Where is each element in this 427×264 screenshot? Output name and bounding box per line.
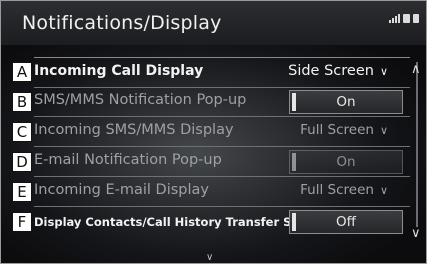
setting-row-incoming-sms-mms-display[interactable]: Incoming SMS/MMS Display Full Screen ∨	[34, 117, 410, 147]
callout-tag-a: A	[12, 62, 32, 82]
setting-value[interactable]: Full Screen ∨	[300, 182, 388, 198]
callout-tag-c: C	[12, 122, 32, 142]
setting-row-transfer-status-display[interactable]: Display Contacts/Call History Transfer S…	[34, 207, 410, 236]
toggle-value: Off	[336, 214, 356, 230]
setting-row-email-notification-popup[interactable]: E-mail Notification Pop-up On	[34, 147, 410, 177]
setting-label: E-mail Notification Pop-up	[34, 152, 222, 168]
setting-value[interactable]: Side Screen ∨	[288, 63, 388, 79]
battery-icon	[413, 14, 419, 23]
status-icons	[389, 14, 419, 23]
chevron-down-icon: ∨	[379, 184, 388, 197]
callout-tag-b: B	[12, 92, 32, 112]
setting-label: Incoming SMS/MMS Display	[34, 122, 234, 138]
value-text: Full Screen	[300, 182, 374, 198]
setting-row-incoming-email-display[interactable]: Incoming E-mail Display Full Screen ∨	[34, 177, 410, 207]
callout-tag-e: E	[12, 182, 32, 202]
callout-tag-d: D	[12, 152, 32, 172]
chevron-down-icon: ∨	[379, 65, 388, 78]
chevron-down-icon: ∨	[379, 124, 388, 137]
lock-icon	[403, 14, 410, 23]
setting-label: SMS/MMS Notification Pop-up	[34, 92, 247, 108]
value-text: Side Screen	[288, 63, 374, 79]
setting-label: Incoming E-mail Display	[34, 182, 209, 198]
setting-label: Display Contacts/Call History Transfer S…	[34, 215, 326, 229]
notifications-display-screen: Notifications/Display Incoming Call Disp…	[0, 0, 427, 264]
scrollbar-track[interactable]	[416, 62, 418, 227]
toggle-value: On	[336, 154, 356, 170]
setting-row-sms-mms-notification-popup[interactable]: SMS/MMS Notification Pop-up On	[34, 87, 410, 117]
callout-tag-f: F	[12, 212, 32, 232]
scroll-down-icon[interactable]: ∨	[411, 226, 421, 241]
setting-value[interactable]: Full Screen ∨	[300, 122, 388, 138]
page-title: Notifications/Display	[22, 12, 222, 34]
value-text: Full Screen	[300, 122, 374, 138]
setting-label: Incoming Call Display	[34, 63, 204, 79]
setting-row-incoming-call-display[interactable]: Incoming Call Display Side Screen ∨	[34, 57, 410, 88]
header-bar: Notifications/Display	[0, 0, 427, 45]
signal-icon	[389, 14, 400, 23]
more-below-icon: ∨	[206, 252, 214, 263]
scroll-up-icon[interactable]: ∧	[411, 62, 421, 77]
toggle-button[interactable]: On	[289, 90, 403, 114]
toggle-button[interactable]: Off	[289, 210, 403, 234]
toggle-value: On	[336, 94, 356, 110]
toggle-button[interactable]: On	[289, 150, 403, 174]
